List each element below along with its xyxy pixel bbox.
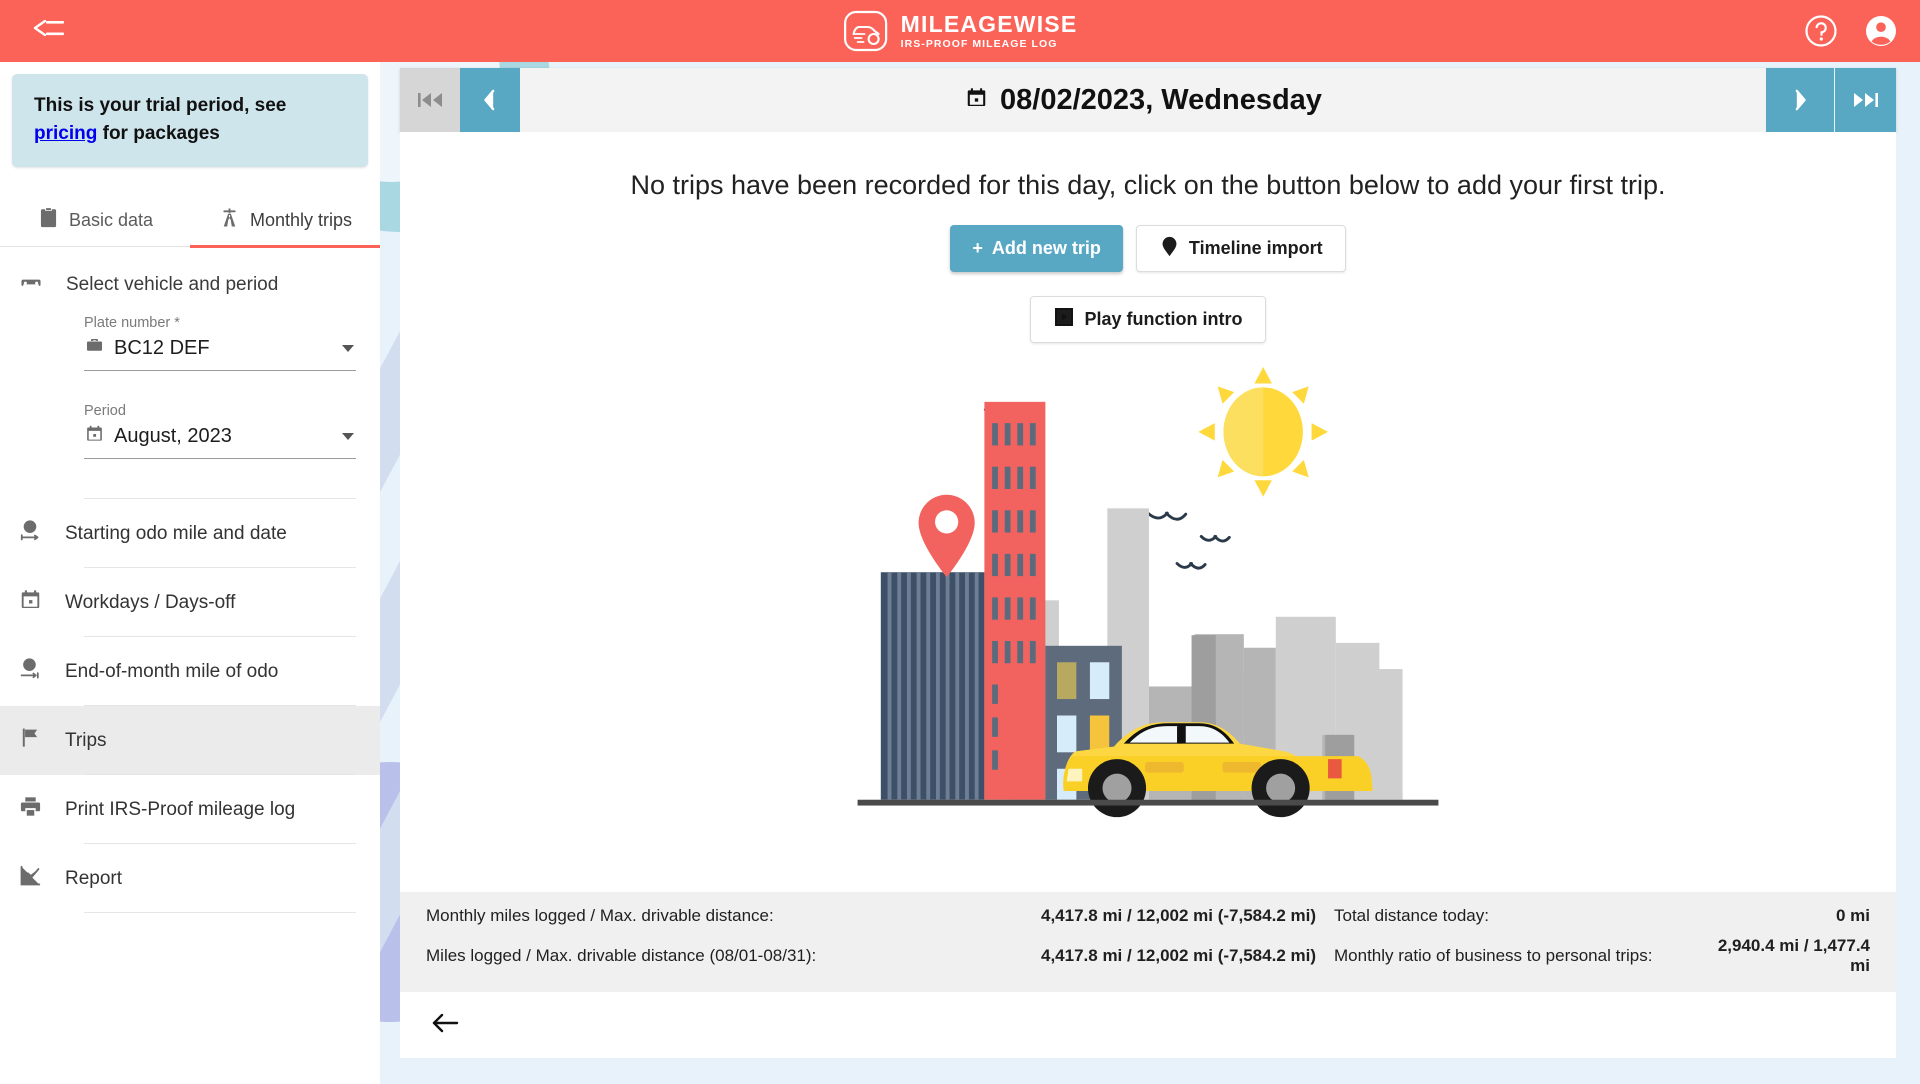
summary-row1-value2: 0 mi: [1835, 906, 1870, 925]
date-text: 08/02/2023, Wednesday: [1000, 83, 1322, 116]
skip-to-first-icon[interactable]: [400, 68, 460, 132]
brand-tagline: IRS-PROOF MILEAGE LOG: [900, 37, 1058, 50]
flag-icon: [18, 725, 43, 756]
play-function-intro-button[interactable]: Play function intro: [1030, 296, 1266, 343]
calendar-icon: [18, 587, 43, 618]
clipboard-icon: [37, 206, 60, 234]
select-vehicle-section-header: Select vehicle and period: [0, 247, 380, 315]
current-date-display: 08/02/2023, Wednesday: [520, 68, 1766, 132]
sidebar-item-workdays[interactable]: Workdays / Days-off: [0, 568, 380, 638]
sidebar: This is your trial period, see pricing f…: [0, 62, 380, 1084]
chevron-down-icon[interactable]: [342, 344, 354, 352]
main-panel: 08/02/2023, Wednesday No trips have been…: [400, 68, 1896, 1058]
section-title: Select vehicle and period: [66, 274, 279, 296]
summary-row2-label2: Monthly ratio of business to personal tr…: [1334, 946, 1653, 965]
chevron-left-icon[interactable]: [460, 68, 520, 132]
trial-text-after: for packages: [97, 122, 220, 144]
sidebar-item-print-log[interactable]: Print IRS-Proof mileage log: [0, 775, 380, 845]
sidebar-item-label: Report: [65, 867, 123, 889]
plus-icon: +: [972, 238, 983, 258]
sidebar-item-trips[interactable]: Trips: [0, 706, 380, 776]
play-box-icon: [1053, 306, 1075, 333]
summary-row2-value: 4,417.8 mi / 12,002 mi (-7,584.2 mi): [1041, 946, 1316, 965]
summary-row1-label: Monthly miles logged / Max. drivable dis…: [426, 906, 774, 925]
sidebar-divider: [84, 465, 356, 500]
brand-logo-group: MILEAGEWISE IRS-PROOF MILEAGE LOG: [843, 8, 1078, 54]
tab-basic-data[interactable]: Basic data: [0, 193, 190, 247]
sidebar-item-label: Workdays / Days-off: [65, 591, 236, 613]
skip-to-last-icon[interactable]: [1834, 68, 1896, 132]
plate-number-label: Plate number *: [84, 315, 180, 332]
sidebar-item-label: End-of-month mile of odo: [65, 660, 279, 682]
empty-state-message: No trips have been recorded for this day…: [630, 170, 1666, 200]
trips-content-area: No trips have been recorded for this day…: [400, 132, 1896, 1058]
sidebar-item-end-of-month-odo[interactable]: End-of-month mile of odo: [0, 637, 380, 707]
sidebar-item-report[interactable]: Report: [0, 844, 380, 914]
timeline-import-button[interactable]: Timeline import: [1135, 225, 1346, 272]
period-value: August, 2023: [114, 424, 232, 447]
calendar-icon: [84, 423, 105, 449]
city-skyline-with-car-illustration: [848, 367, 1448, 827]
play-function-intro-label: Play function intro: [1084, 309, 1243, 329]
map-pin-icon: [1159, 236, 1180, 262]
account-circle-icon[interactable]: [1864, 14, 1898, 48]
plate-number-field[interactable]: Plate number * BC12 DEF: [84, 315, 356, 377]
trial-text-before: This is your trial period, see: [34, 95, 287, 116]
sidebar-item-label: Print IRS-Proof mileage log: [65, 798, 296, 820]
car-icon: [18, 269, 44, 301]
clock-start-icon: [18, 518, 43, 549]
pricing-link[interactable]: pricing: [34, 123, 97, 144]
date-navigation-bar: 08/02/2023, Wednesday: [400, 68, 1896, 132]
sidebar-item-label: Trips: [65, 729, 107, 751]
printer-icon: [18, 794, 43, 825]
chevron-down-icon[interactable]: [342, 432, 354, 440]
clock-end-icon: [18, 656, 43, 687]
collapse-menu-icon[interactable]: [32, 18, 66, 44]
add-new-trip-button[interactable]: + Add new trip: [950, 225, 1123, 272]
summary-row1-value: 4,417.8 mi / 12,002 mi (-7,584.2 mi): [1041, 906, 1316, 925]
timeline-import-label: Timeline import: [1188, 238, 1323, 258]
sidebar-tabs: Basic data Monthly trips: [0, 193, 380, 249]
period-field[interactable]: Period August, 2023: [84, 403, 356, 465]
top-app-bar: MILEAGEWISE IRS-PROOF MILEAGE LOG: [0, 0, 1920, 62]
sidebar-item-label: Starting odo mile and date: [65, 522, 287, 544]
summary-row1-label2: Total distance today:: [1334, 906, 1489, 925]
period-label: Period: [84, 403, 126, 420]
trial-period-banner: This is your trial period, see pricing f…: [12, 74, 368, 168]
briefcase-icon: [84, 335, 105, 361]
help-circle-icon[interactable]: [1804, 14, 1838, 48]
tab-label: Monthly trips: [249, 209, 353, 230]
plate-number-value: BC12 DEF: [114, 336, 210, 359]
add-new-trip-label: Add new trip: [991, 238, 1101, 258]
highway-icon: [218, 206, 241, 234]
sidebar-item-starting-odo[interactable]: Starting odo mile and date: [0, 499, 380, 569]
calendar-icon: [964, 85, 989, 115]
tab-monthly-trips[interactable]: Monthly trips: [190, 193, 380, 249]
summary-bar: Monthly miles logged / Max. drivable dis…: [400, 892, 1896, 992]
tab-label: Basic data: [68, 209, 154, 230]
panel-footer: [400, 992, 1896, 1058]
brand-name: MILEAGEWISE: [900, 10, 1078, 37]
summary-row2-value2: 2,940.4 mi / 1,477.4 mi: [1717, 936, 1870, 975]
mileagewise-logo-icon: [843, 8, 889, 54]
chart-line-icon: [18, 863, 43, 894]
summary-row2-label: Miles logged / Max. drivable distance (0…: [426, 946, 817, 965]
chevron-right-icon[interactable]: [1766, 68, 1834, 132]
arrow-left-icon[interactable]: [430, 1012, 460, 1039]
